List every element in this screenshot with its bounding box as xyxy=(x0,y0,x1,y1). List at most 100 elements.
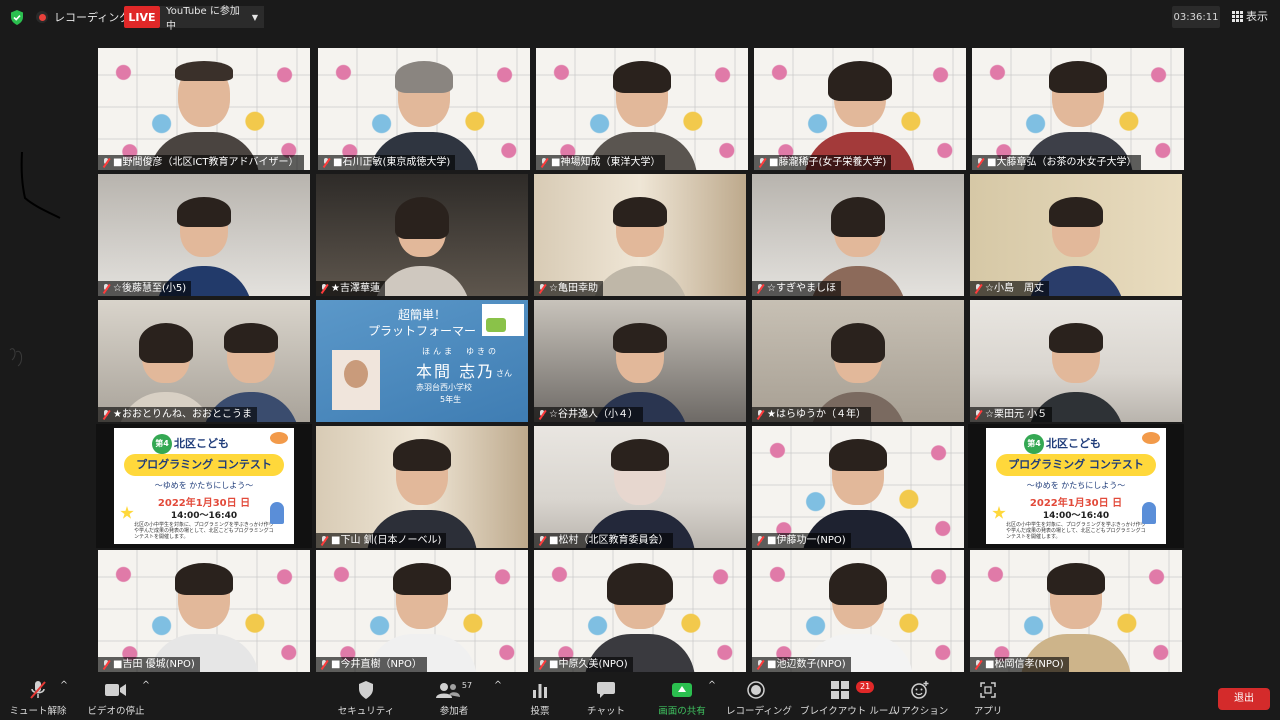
participant-tile[interactable]: ■松岡信孝(NPO) xyxy=(970,550,1182,672)
rocket-icon xyxy=(270,502,284,524)
participant-name: ☆栗田元 小５ xyxy=(970,407,1053,422)
participant-tile-screen-share[interactable]: 超簡単！ プラットフォーマー ほんま ゆきの 本間 志乃 さん 赤羽台西小学校 … xyxy=(316,300,528,422)
participant-tile[interactable]: ■今井直樹（NPO） xyxy=(316,550,528,672)
participant-name: ■池辺数子(NPO) xyxy=(752,657,851,672)
participant-name: ☆亀田幸助 xyxy=(534,281,603,296)
security-button[interactable]: セキュリティ xyxy=(336,680,396,717)
participants-options-caret[interactable]: ^ xyxy=(494,680,502,691)
contest-flyer: 第4回 北区こども プログラミング コンテスト 〜ゆめを かたちにしよう〜 20… xyxy=(986,428,1166,544)
video-options-caret[interactable]: ^ xyxy=(142,680,150,691)
flyer-date: 2022年1月30日 日 xyxy=(1029,498,1123,509)
presenter-photo xyxy=(332,350,380,410)
mic-muted-icon xyxy=(537,409,547,420)
participant-tile[interactable]: ★吉澤華蓮 xyxy=(316,174,528,296)
planet-icon xyxy=(270,432,288,444)
share-options-caret[interactable]: ^ xyxy=(708,680,716,691)
flyer-time: 14:00〜16:40 xyxy=(1042,511,1110,521)
mic-muted-icon xyxy=(319,659,329,670)
participant-name: ☆谷井逸人（小４） xyxy=(534,407,643,422)
participant-tile[interactable]: ■伊藤功一(NPO) xyxy=(752,426,964,548)
participant-tile[interactable]: ☆亀田幸助 xyxy=(534,174,746,296)
leave-button[interactable]: 退出 xyxy=(1218,688,1270,710)
mute-options-caret[interactable]: ^ xyxy=(60,680,68,691)
mic-muted-icon xyxy=(755,283,765,294)
participant-name: ■吉田 優城(NPO) xyxy=(98,657,200,672)
shield-icon xyxy=(359,681,373,699)
mic-muted-icon xyxy=(757,157,767,168)
participant-name: ★はらゆうか（４年） xyxy=(752,407,871,422)
participants-icon xyxy=(435,683,460,698)
flyer-round: 第4回 xyxy=(1024,434,1044,468)
participant-name: ■大藤章弘（お茶の水女子大学） xyxy=(972,155,1142,170)
participant-tile[interactable]: 第4回 北区こども プログラミング コンテスト 〜ゆめを かたちにしよう〜 20… xyxy=(968,424,1184,548)
share-screen-button[interactable]: 画面の共有 xyxy=(652,680,712,717)
live-badge[interactable]: LIVE xyxy=(124,6,160,28)
participant-tile[interactable]: ■大藤章弘（お茶の水女子大学） xyxy=(972,48,1184,170)
slide-honorific: さん xyxy=(496,369,512,378)
record-icon xyxy=(747,681,765,699)
chat-button[interactable]: チャット xyxy=(576,680,636,717)
annotation-scribble xyxy=(9,151,61,367)
grid-view-icon xyxy=(1232,11,1243,22)
mic-muted-icon xyxy=(321,157,331,168)
participant-tile[interactable]: ☆谷井逸人（小４） xyxy=(534,300,746,422)
slide-presenter-kana: ほんま ゆきの xyxy=(422,347,499,356)
participant-name: ■石川正敏(東京成徳大学) xyxy=(318,155,456,170)
participant-tile[interactable]: ■野間俊彦（北区ICT教育アドバイザー） xyxy=(98,48,310,170)
participants-button[interactable]: 57 参加者 xyxy=(424,680,484,717)
participant-tile[interactable]: ★はらゆうか（４年） xyxy=(752,300,964,422)
platformer-logo xyxy=(482,304,524,336)
participant-tile[interactable]: ☆すぎやましほ xyxy=(752,174,964,296)
mic-muted-icon xyxy=(537,535,547,546)
apps-button[interactable]: アプリ xyxy=(958,680,1018,717)
record-button[interactable]: レコーディング xyxy=(726,680,792,717)
participant-tile[interactable]: ■下山 釧(日本ノーベル) xyxy=(316,426,528,548)
participant-tile[interactable]: ■松村（北区教育委員会） xyxy=(534,426,746,548)
view-button[interactable]: 表示 xyxy=(1232,8,1268,24)
participant-name: ☆すぎやましほ xyxy=(752,281,841,296)
participant-tile[interactable]: ☆栗田元 小５ xyxy=(970,300,1182,422)
slide-school: 赤羽台西小学校 xyxy=(416,383,472,392)
flyer-subtitle: 〜ゆめを かたちにしよう〜 xyxy=(1026,481,1126,490)
flyer-note: 北区の小中学生を対象に、プログラミングを学ぶきっかけ作りや学んだ成果の発表の場と… xyxy=(134,522,274,540)
youtube-live-dropdown[interactable]: YouTube に参加中 ▼ xyxy=(160,6,264,32)
stop-video-button[interactable]: ビデオの停止 xyxy=(86,680,146,717)
participant-name: ■藤瀧稀子(女子栄養大学) xyxy=(754,155,892,170)
reactions-button[interactable]: リアクション xyxy=(890,680,950,717)
planet-icon xyxy=(1142,432,1160,444)
participant-tile[interactable]: ■中原久美(NPO) xyxy=(534,550,746,672)
participant-tile[interactable]: ★おおとりんね、おおとこうま xyxy=(98,300,310,422)
mute-button[interactable]: ミュート解除 xyxy=(8,680,68,717)
mic-muted-icon xyxy=(319,535,329,546)
slide-grade: 5年生 xyxy=(440,395,462,404)
participant-tile[interactable]: ■池辺数子(NPO) xyxy=(752,550,964,672)
mic-muted-icon xyxy=(319,283,329,294)
shield-check-icon[interactable] xyxy=(10,10,24,25)
mic-muted-icon xyxy=(537,659,547,670)
participant-video xyxy=(374,197,470,296)
participant-tile[interactable]: ■神場知成（東洋大学） xyxy=(536,48,748,170)
participant-name: ☆後藤慧至(小5) xyxy=(98,281,192,296)
flyer-banner: プログラミング コンテスト xyxy=(124,454,284,476)
participant-tile[interactable]: ☆小島 周丈 xyxy=(970,174,1182,296)
contest-flyer: 第4回 北区こども プログラミング コンテスト 〜ゆめを かたちにしよう〜 20… xyxy=(114,428,294,544)
participant-tile[interactable]: ■吉田 優城(NPO) xyxy=(98,550,310,672)
participant-tile[interactable]: 第4回 北区こども プログラミング コンテスト 〜ゆめを かたちにしよう〜 20… xyxy=(96,424,312,548)
mic-muted-icon xyxy=(539,157,549,168)
mic-muted-icon xyxy=(537,283,547,294)
participant-video xyxy=(592,197,688,296)
polls-button[interactable]: 投票 xyxy=(510,680,570,717)
mic-muted-icon xyxy=(755,659,765,670)
slide-presenter-name: 本間 志乃 xyxy=(416,362,496,381)
breakout-rooms-icon xyxy=(831,681,849,699)
participant-tile[interactable]: ■石川正敏(東京成徳大学) xyxy=(318,48,530,170)
flyer-subtitle: 〜ゆめを かたちにしよう〜 xyxy=(154,481,254,490)
flyer-title: 北区こども xyxy=(174,437,229,450)
participant-tile[interactable]: ■藤瀧稀子(女子栄養大学) xyxy=(754,48,966,170)
mic-muted-icon xyxy=(755,409,765,420)
participant-tile[interactable]: ☆後藤慧至(小5) xyxy=(98,174,310,296)
mic-muted-icon xyxy=(101,659,111,670)
share-screen-icon xyxy=(672,683,692,697)
participant-name: ■伊藤功一(NPO) xyxy=(752,533,851,548)
flyer-note: 北区の小中学生を対象に、プログラミングを学ぶきっかけ作りや学んだ成果の発表の場と… xyxy=(1006,522,1146,540)
